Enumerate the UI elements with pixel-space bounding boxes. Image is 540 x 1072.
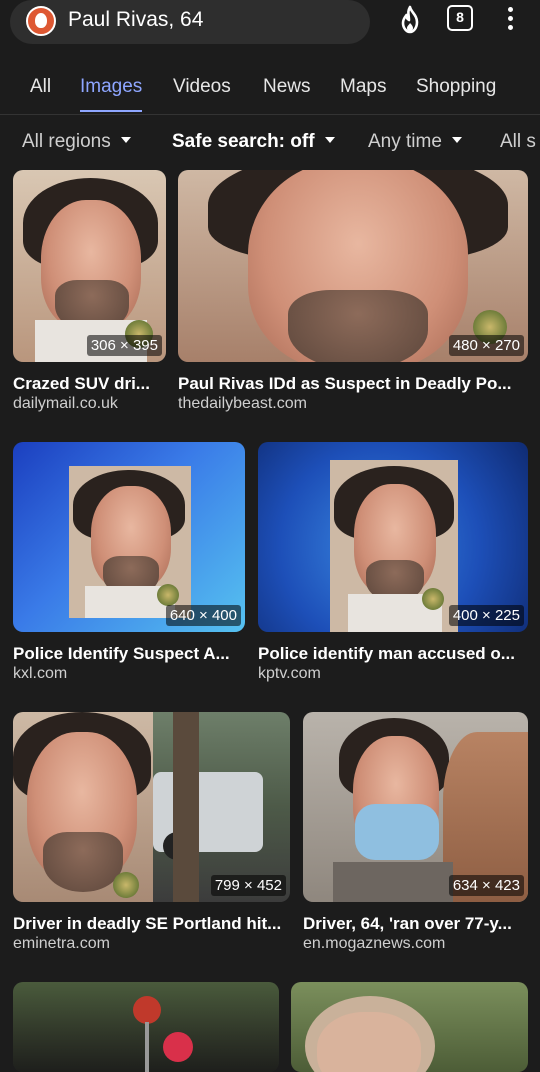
filter-time[interactable]: Any time [368,131,462,153]
duckduckgo-logo-icon[interactable] [26,6,56,36]
image-dimensions: 480 × 270 [448,335,524,356]
result-source[interactable]: en.mogaznews.com [303,935,445,953]
chevron-down-icon [451,136,462,143]
image-result[interactable]: 634 × 423 [303,712,528,902]
filter-safe-search-label: Safe search: off [172,131,315,152]
filter-size[interactable]: All s [500,131,536,153]
image-dimensions: 400 × 225 [448,605,524,626]
image-dimensions: 799 × 452 [210,875,286,896]
result-title[interactable]: Police identify man accused o... [258,644,528,664]
more-vert-icon[interactable] [500,4,520,34]
filter-size-label: All s [500,131,536,152]
search-type-tabs: All Images Videos News Maps Shopping [0,70,540,115]
result-title[interactable]: Police Identify Suspect A... [13,644,243,664]
image-result[interactable]: 799 × 452 [13,712,290,902]
result-thumbnail[interactable] [13,712,290,902]
image-result[interactable] [291,982,528,1072]
image-result[interactable]: 306 × 395 [13,170,166,362]
image-result[interactable] [13,982,279,1072]
filter-region-label: All regions [22,131,111,152]
chevron-down-icon [324,136,335,143]
image-result[interactable]: 400 × 225 [258,442,528,632]
tab-all[interactable]: All [30,76,51,98]
result-thumbnail[interactable] [178,170,528,362]
result-title[interactable]: Driver in deadly SE Portland hit... [13,914,291,934]
result-thumbnail[interactable] [291,982,528,1072]
image-dimensions: 306 × 395 [86,335,162,356]
image-result[interactable]: 640 × 400 [13,442,245,632]
result-source[interactable]: dailymail.co.uk [13,395,118,413]
tab-news[interactable]: News [263,76,311,98]
filter-time-label: Any time [368,131,442,152]
result-thumbnail[interactable] [13,170,166,362]
tab-shopping[interactable]: Shopping [416,76,496,98]
image-dimensions: 640 × 400 [165,605,241,626]
tab-images[interactable]: Images [80,76,143,112]
result-title[interactable]: Paul Rivas IDd as Suspect in Deadly Po..… [178,374,528,394]
search-box[interactable]: Paul Rivas, 64 [10,0,370,44]
result-thumbnail[interactable] [13,442,245,632]
filter-safe-search[interactable]: Safe search: off [172,131,335,153]
result-source[interactable]: thedailybeast.com [178,395,307,413]
result-thumbnail[interactable] [258,442,528,632]
image-dimensions: 634 × 423 [448,875,524,896]
result-title[interactable]: Driver, 64, 'ran over 77-y... [303,914,528,934]
result-source[interactable]: kxl.com [13,665,67,683]
chevron-down-icon [120,136,131,143]
search-query[interactable]: Paul Rivas, 64 [68,8,203,32]
fire-icon[interactable] [394,4,426,36]
tab-videos[interactable]: Videos [173,76,231,98]
result-source[interactable]: eminetra.com [13,935,110,953]
result-source[interactable]: kptv.com [258,665,321,683]
filter-region[interactable]: All regions [22,131,131,153]
top-bar: Paul Rivas, 64 8 [0,0,540,50]
result-title[interactable]: Crazed SUV dri... [13,374,163,394]
tab-maps[interactable]: Maps [340,76,386,98]
tabs-counter-icon[interactable]: 8 [447,5,473,31]
result-thumbnail[interactable] [303,712,528,902]
result-thumbnail[interactable] [13,982,279,1072]
filter-bar: All regions Safe search: off Any time Al… [0,124,540,160]
image-result[interactable]: 480 × 270 [178,170,528,362]
